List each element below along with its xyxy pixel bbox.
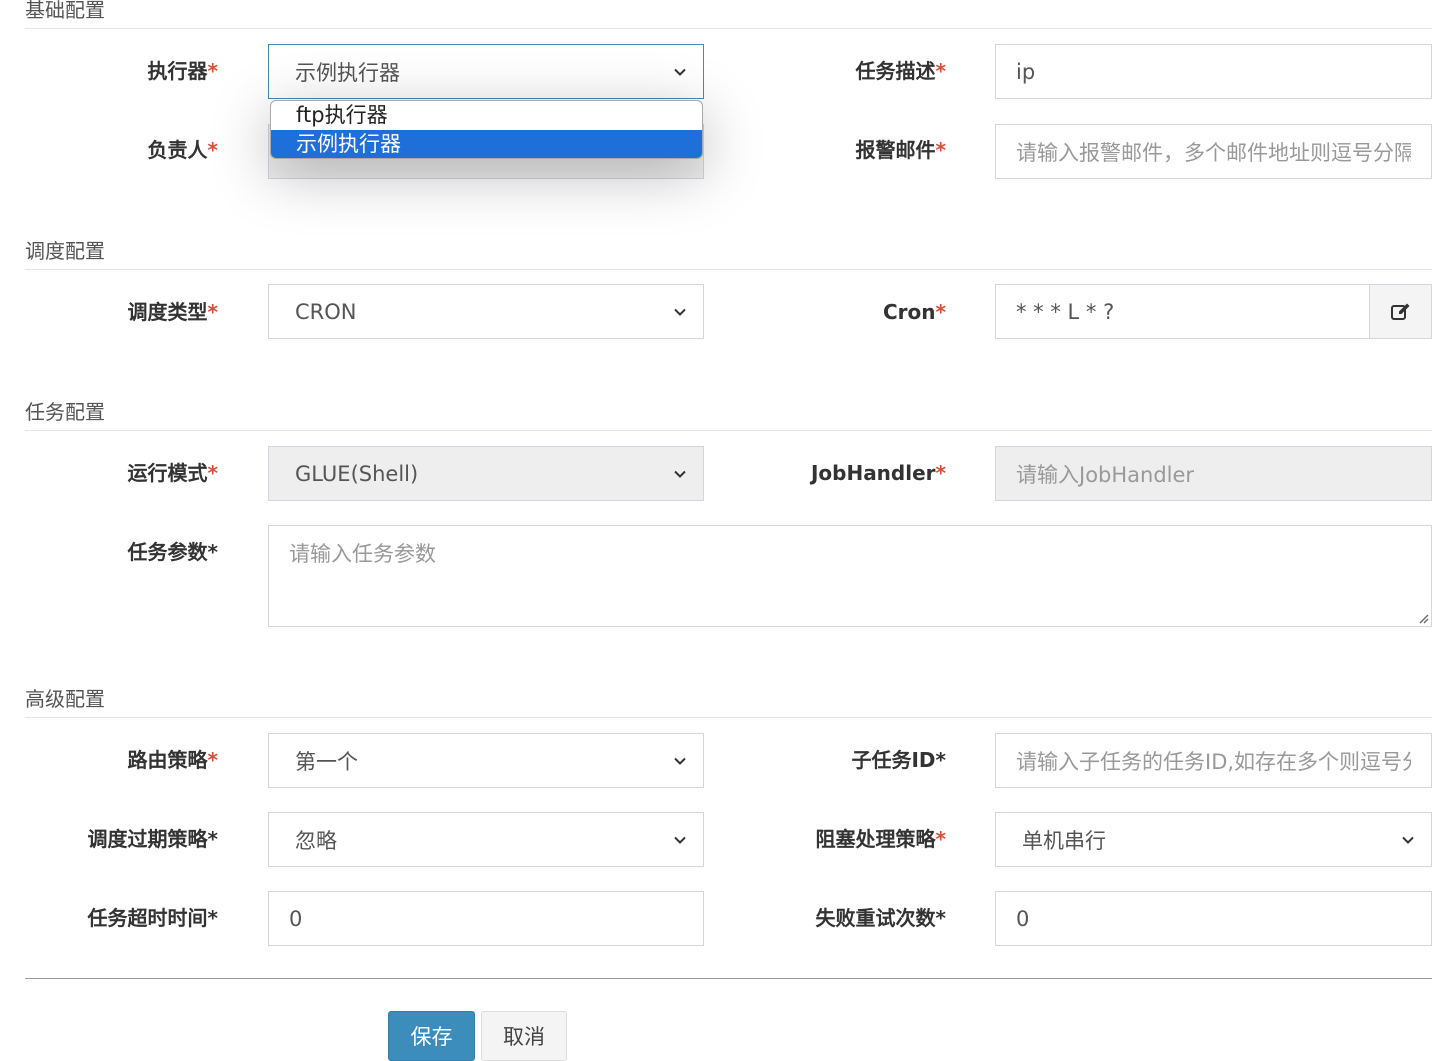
params-textarea[interactable]: 请输入任务参数	[268, 525, 1432, 627]
misfire-value: 忽略	[295, 828, 337, 853]
chevron-down-icon	[674, 308, 686, 316]
cron-value: * * * L * ?	[1016, 299, 1115, 324]
block-strategy-select[interactable]: 单机串行	[995, 812, 1432, 867]
task-desc-label: 任务描述*	[855, 59, 946, 83]
task-desc-input[interactable]: ip	[995, 44, 1432, 99]
task-desc-value: ip	[1016, 59, 1036, 84]
job-handler-placeholder: 请输入JobHandler	[1016, 462, 1195, 487]
run-mode-select[interactable]: GLUE(Shell)	[268, 446, 704, 501]
schedule-type-label: 调度类型*	[127, 300, 218, 324]
route-label: 路由策略*	[127, 748, 218, 772]
child-id-label: 子任务ID*	[851, 748, 946, 772]
job-handler-label: JobHandler*	[810, 461, 946, 485]
chevron-down-icon	[1402, 836, 1414, 844]
executor-select-value: 示例执行器	[295, 60, 400, 85]
executor-label: 执行器*	[147, 59, 218, 83]
section-title-task: 任务配置	[25, 400, 1432, 431]
footer-divider	[25, 978, 1432, 979]
timeout-label: 任务超时时间*	[87, 906, 218, 930]
chevron-down-icon	[674, 470, 686, 478]
run-mode-value: GLUE(Shell)	[295, 461, 419, 486]
schedule-type-value: CRON	[295, 299, 357, 324]
block-strategy-value: 单机串行	[1022, 828, 1106, 853]
job-handler-input[interactable]: 请输入JobHandler	[995, 446, 1432, 501]
cron-edit-button[interactable]	[1369, 284, 1432, 339]
executor-select[interactable]: 示例执行器	[268, 44, 704, 99]
retry-label: 失败重试次数*	[815, 906, 946, 930]
alarm-email-label: 报警邮件*	[855, 138, 946, 162]
cron-label: Cron*	[883, 300, 946, 324]
save-button[interactable]: 保存	[388, 1011, 475, 1061]
route-value: 第一个	[295, 749, 358, 774]
alarm-email-input[interactable]: 请输入报警邮件，多个邮件地址则逗号分隔	[995, 124, 1432, 179]
chevron-down-icon	[674, 68, 686, 76]
chevron-down-icon	[674, 757, 686, 765]
executor-option-example[interactable]: 示例执行器	[271, 130, 702, 158]
run-mode-label: 运行模式*	[127, 461, 218, 485]
block-strategy-label: 阻塞处理策略*	[815, 827, 946, 851]
edit-icon	[1390, 303, 1409, 320]
alarm-email-placeholder: 请输入报警邮件，多个邮件地址则逗号分隔	[1016, 140, 1411, 165]
child-id-input[interactable]: 请输入子任务的任务ID,如存在多个则逗号分隔	[995, 733, 1432, 788]
resize-handle-icon[interactable]	[1417, 612, 1429, 624]
child-id-placeholder: 请输入子任务的任务ID,如存在多个则逗号分隔	[1016, 749, 1411, 774]
route-select[interactable]: 第一个	[268, 733, 704, 788]
misfire-select[interactable]: 忽略	[268, 812, 704, 867]
owner-label: 负责人*	[147, 138, 218, 162]
retry-input[interactable]: 0	[995, 891, 1432, 946]
timeout-value: 0	[289, 906, 303, 931]
section-title-basic: 基础配置	[25, 0, 1432, 29]
cron-input[interactable]: * * * L * ?	[995, 284, 1370, 339]
section-title-advanced: 高级配置	[25, 687, 1432, 718]
section-title-schedule: 调度配置	[25, 239, 1432, 270]
retry-value: 0	[1016, 906, 1030, 931]
params-label: 任务参数*	[127, 540, 218, 564]
chevron-down-icon	[674, 836, 686, 844]
params-placeholder: 请输入任务参数	[289, 542, 436, 566]
schedule-type-select[interactable]: CRON	[268, 284, 704, 339]
executor-dropdown-list: ftp执行器 示例执行器	[270, 100, 703, 159]
cancel-button[interactable]: 取消	[481, 1011, 567, 1061]
executor-option-ftp[interactable]: ftp执行器	[271, 101, 702, 130]
misfire-label: 调度过期策略*	[87, 827, 218, 851]
timeout-input[interactable]: 0	[268, 891, 704, 946]
